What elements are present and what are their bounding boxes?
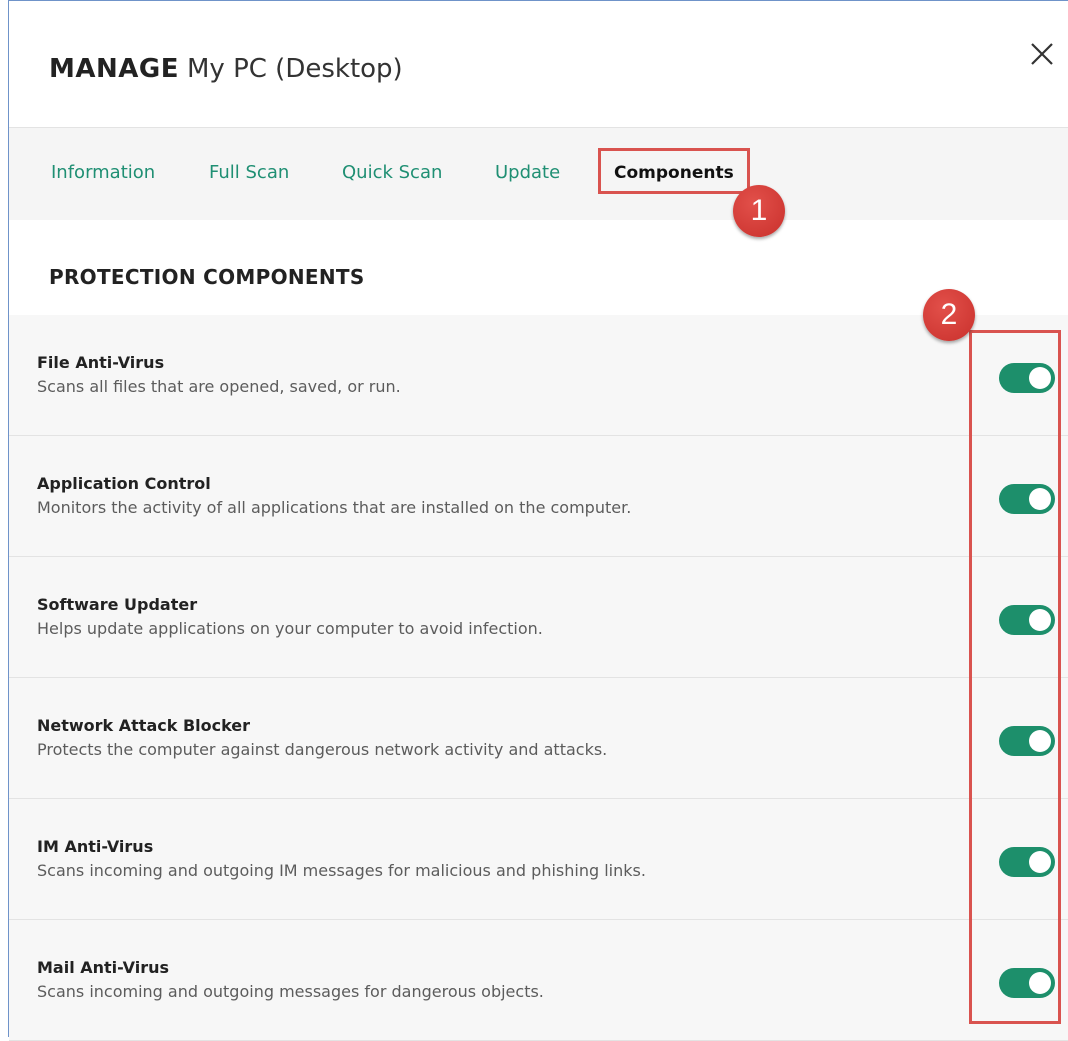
manage-dialog: MANAGE My PC (Desktop) Information Full … — [8, 0, 1068, 1041]
component-name: Network Attack Blocker — [37, 716, 251, 735]
device-name: My PC (Desktop) — [187, 54, 403, 84]
annotation-badge-1: 1 — [733, 185, 785, 237]
component-description: Scans all files that are opened, saved, … — [37, 377, 401, 396]
components-list: File Anti-Virus Scans all files that are… — [9, 315, 1068, 1041]
dialog-header: MANAGE My PC (Desktop) — [9, 1, 1068, 128]
section-title: PROTECTION COMPONENTS — [49, 265, 365, 289]
component-row-file-anti-virus: File Anti-Virus Scans all files that are… — [9, 315, 1068, 436]
component-name: File Anti-Virus — [37, 353, 165, 372]
tab-quick-scan[interactable]: Quick Scan — [342, 162, 442, 183]
component-description: Scans incoming and outgoing IM messages … — [37, 861, 646, 880]
close-icon — [1031, 43, 1053, 65]
component-description: Scans incoming and outgoing messages for… — [37, 982, 544, 1001]
annotation-badge-2: 2 — [923, 289, 975, 341]
tab-full-scan[interactable]: Full Scan — [209, 162, 289, 183]
toggles-highlight — [969, 330, 1061, 1024]
component-name: IM Anti-Virus — [37, 837, 154, 856]
component-row-network-attack-blocker: Network Attack Blocker Protects the comp… — [9, 678, 1068, 799]
components-tab-highlight — [598, 148, 750, 194]
component-row-im-anti-virus: IM Anti-Virus Scans incoming and outgoin… — [9, 799, 1068, 920]
component-row-software-updater: Software Updater Helps update applicatio… — [9, 557, 1068, 678]
close-button[interactable] — [1027, 39, 1057, 69]
component-row-mail-anti-virus: Mail Anti-Virus Scans incoming and outgo… — [9, 920, 1068, 1041]
component-name: Software Updater — [37, 595, 198, 614]
component-name: Application Control — [37, 474, 211, 493]
component-row-application-control: Application Control Monitors the activit… — [9, 436, 1068, 557]
tab-update[interactable]: Update — [495, 162, 560, 183]
tab-bar: Information Full Scan Quick Scan Update … — [9, 128, 1068, 221]
section-header: PROTECTION COMPONENTS — [9, 220, 1068, 316]
component-name: Mail Anti-Virus — [37, 958, 170, 977]
component-description: Helps update applications on your comput… — [37, 619, 543, 638]
dialog-title: MANAGE — [49, 54, 179, 84]
component-description: Monitors the activity of all application… — [37, 498, 632, 517]
tab-information[interactable]: Information — [51, 162, 155, 183]
component-description: Protects the computer against dangerous … — [37, 740, 608, 759]
